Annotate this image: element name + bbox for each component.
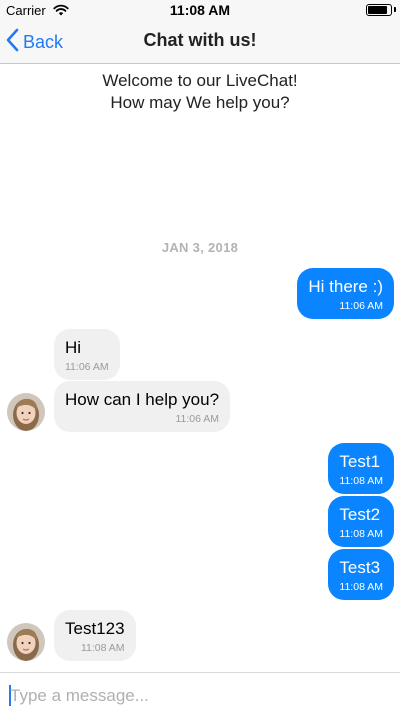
message-time: 11:06 AM	[175, 413, 220, 425]
agent-avatar[interactable]	[7, 393, 45, 431]
message-bubble-incoming[interactable]: Test123 11:08 AM	[54, 610, 136, 661]
message-bubble-outgoing[interactable]: Hi there :) 11:06 AM	[297, 268, 394, 319]
message-text: How can I help you?	[65, 390, 220, 409]
battery-level	[368, 6, 387, 14]
message-composer	[0, 672, 400, 718]
welcome-message: Welcome to our LiveChat! How may We help…	[0, 70, 400, 114]
message-text: Test1	[339, 452, 381, 471]
message-time: 11:08 AM	[339, 581, 383, 593]
message-input[interactable]	[10, 681, 390, 711]
message-time: 11:08 AM	[80, 642, 125, 654]
welcome-line-1: Welcome to our LiveChat!	[102, 71, 298, 90]
message-time: 11:06 AM	[339, 300, 383, 312]
date-separator: JAN 3, 2018	[161, 240, 239, 255]
message-text: Hi there :)	[308, 277, 383, 296]
message-time: 11:08 AM	[339, 528, 383, 540]
page-title: Chat with us!	[143, 30, 257, 50]
message-bubble-incoming[interactable]: Hi 11:06 AM	[54, 329, 120, 380]
message-text: Test2	[339, 505, 381, 524]
welcome-line-2: How may We help you?	[110, 93, 290, 112]
message-time: 11:08 AM	[339, 475, 383, 487]
message-bubble-outgoing[interactable]: Test2 11:08 AM	[328, 496, 394, 547]
message-bubble-outgoing[interactable]: Test3 11:08 AM	[328, 549, 394, 600]
status-time: 11:08 AM	[169, 2, 231, 18]
message-text: Hi	[65, 338, 82, 357]
status-bar: Carrier 11:08 AM	[0, 0, 400, 20]
message-bubble-outgoing[interactable]: Test1 11:08 AM	[328, 443, 394, 494]
message-time: 11:06 AM	[65, 361, 109, 373]
agent-avatar[interactable]	[7, 623, 45, 661]
message-bubble-incoming[interactable]: How can I help you? 11:06 AM	[54, 381, 231, 432]
navigation-bar: Back Chat with us!	[0, 20, 400, 64]
battery-icon	[366, 4, 392, 16]
message-text: Test123	[65, 619, 125, 638]
battery-tip	[394, 7, 396, 12]
message-text: Test3	[339, 558, 381, 577]
